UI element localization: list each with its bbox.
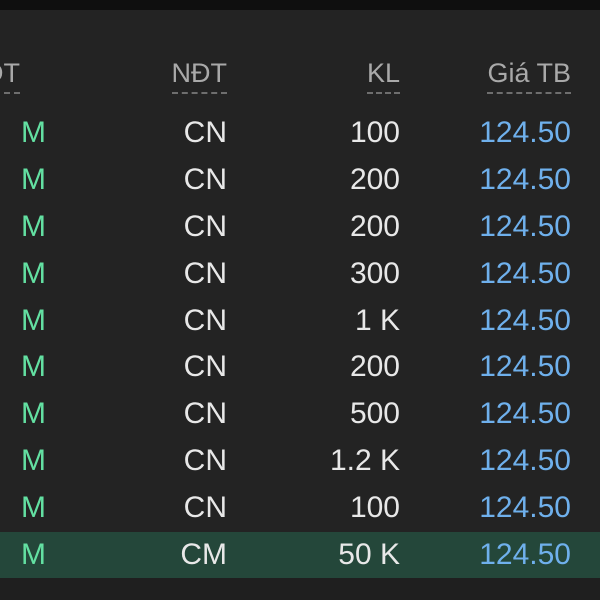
investor-type-cell: CN — [183, 303, 227, 337]
screen: ĐT NĐT KL Giá TB M CN 100 124.50 M CN 20… — [0, 0, 600, 600]
header-kl[interactable]: KL — [366, 58, 400, 94]
volume-cell: 300 — [349, 256, 400, 290]
investor-type-cell: CN — [183, 491, 227, 525]
table-row[interactable]: M CN 300 124.50 — [0, 251, 600, 298]
avg-price-cell: 124.50 — [479, 350, 571, 384]
side-cell: M — [21, 256, 46, 290]
table-header: ĐT NĐT KL Giá TB — [0, 10, 600, 106]
volume-cell: 100 — [349, 116, 400, 149]
avg-price-cell: 124.50 — [479, 162, 571, 196]
volume-cell: 100 — [349, 491, 400, 525]
side-cell: M — [21, 162, 46, 196]
investor-type-cell: CN — [183, 209, 227, 243]
side-cell: M — [21, 538, 46, 572]
avg-price-cell: 124.50 — [479, 444, 571, 478]
investor-type-cell: CM — [180, 538, 227, 572]
bottom-edge — [0, 578, 600, 600]
investor-type-cell: CN — [183, 256, 227, 290]
investor-type-cell: CN — [183, 444, 227, 478]
side-cell: M — [21, 350, 46, 384]
volume-cell: 50 K — [338, 538, 400, 572]
investor-type-cell: CN — [183, 397, 227, 431]
side-cell: M — [21, 444, 46, 478]
top-bar — [0, 0, 600, 10]
side-cell: M — [21, 303, 46, 337]
avg-price-cell: 124.50 — [479, 397, 571, 431]
investor-type-cell: CN — [183, 162, 227, 196]
trade-list: M CN 100 124.50 M CN 200 124.50 M CN 200… — [0, 110, 600, 579]
investor-type-cell: CN — [183, 116, 227, 149]
avg-price-cell: 124.50 — [479, 538, 571, 572]
avg-price-cell: 124.50 — [479, 116, 571, 149]
volume-cell: 200 — [349, 209, 400, 243]
side-cell: M — [21, 116, 46, 149]
table-row[interactable]: M CN 1.2 K 124.50 — [0, 438, 600, 485]
side-cell: M — [21, 397, 46, 431]
investor-type-cell: CN — [183, 350, 227, 384]
table-row[interactable]: M CN 200 124.50 — [0, 157, 600, 204]
header-gia-tb[interactable]: Giá TB — [487, 58, 571, 94]
table-row[interactable]: M CN 200 124.50 — [0, 344, 600, 391]
volume-cell: 1.2 K — [329, 444, 400, 478]
volume-cell: 200 — [349, 162, 400, 196]
avg-price-cell: 124.50 — [479, 256, 571, 290]
table-row-highlighted[interactable]: M CM 50 K 124.50 — [0, 532, 600, 579]
table-row[interactable]: M CN 1 K 124.50 — [0, 298, 600, 345]
side-cell: M — [21, 491, 46, 525]
side-cell: M — [21, 209, 46, 243]
table-row[interactable]: M CN 500 124.50 — [0, 391, 600, 438]
volume-cell: 1 K — [354, 303, 400, 337]
avg-price-cell: 124.50 — [479, 303, 571, 337]
header-dt[interactable]: ĐT — [0, 58, 20, 94]
table-row[interactable]: M CN 200 124.50 — [0, 204, 600, 251]
avg-price-cell: 124.50 — [479, 209, 571, 243]
table-row[interactable]: M CN 100 124.50 — [0, 485, 600, 532]
avg-price-cell: 124.50 — [479, 491, 571, 525]
volume-cell: 500 — [349, 397, 400, 431]
table-row[interactable]: M CN 100 124.50 — [0, 110, 600, 157]
volume-cell: 200 — [349, 350, 400, 384]
header-ndt[interactable]: NĐT — [171, 58, 227, 94]
